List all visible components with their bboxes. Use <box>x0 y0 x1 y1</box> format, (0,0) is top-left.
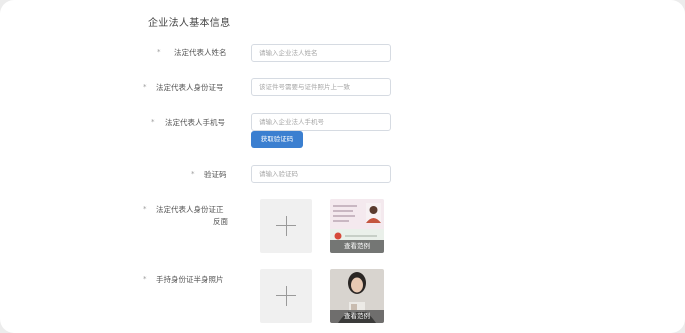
required-mark: * <box>143 83 147 91</box>
id-card-upload[interactable] <box>260 199 312 253</box>
code-input[interactable]: 请输入验证码 <box>251 165 391 183</box>
required-mark: * <box>143 205 147 213</box>
required-mark: * <box>157 48 161 56</box>
holding-id-label: 手持身份证半身照片 <box>156 275 224 284</box>
required-mark: * <box>143 275 147 283</box>
required-mark: * <box>151 118 155 126</box>
name-label: 法定代表人姓名 <box>174 48 227 57</box>
form-card: 企业法人基本信息 * 法定代表人姓名 请输入企业法人姓名 * 法定代表人身份证号… <box>0 0 685 333</box>
id-card-label-line2: 反面 <box>213 217 228 226</box>
code-label: 验证码 <box>204 170 227 179</box>
phone-label: 法定代表人手机号 <box>165 118 225 127</box>
id-card-label: 法定代表人身份证正 <box>156 205 224 214</box>
name-input[interactable]: 请输入企业法人姓名 <box>251 44 391 62</box>
sample-caption: 查看范例 <box>330 240 384 253</box>
id-card-sample[interactable]: 查看范例 <box>330 199 384 253</box>
holding-id-sample[interactable]: 查看范例 <box>330 269 384 323</box>
id-number-label: 法定代表人身份证号 <box>156 83 224 92</box>
id-number-input[interactable]: 该证件号需要与证件照片上一致 <box>251 78 391 96</box>
required-mark: * <box>191 170 195 178</box>
phone-input[interactable]: 请输入企业法人手机号 <box>251 113 391 131</box>
sample-caption: 查看范例 <box>330 310 384 323</box>
get-code-button[interactable]: 获取验证码 <box>251 131 303 148</box>
section-title: 企业法人基本信息 <box>148 18 231 29</box>
holding-id-upload[interactable] <box>260 269 312 323</box>
